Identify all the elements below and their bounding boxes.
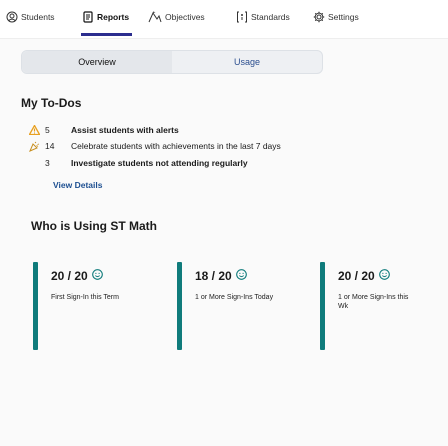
usage-count: 20 / 20 xyxy=(51,269,103,283)
nav-reports[interactable]: Reports xyxy=(82,9,129,25)
smiley-icon xyxy=(91,269,103,283)
gear-icon xyxy=(313,11,325,23)
nav-objectives-label: Objectives xyxy=(165,12,205,22)
todo-text: Celebrate students with achievements in … xyxy=(71,141,281,151)
nav-standards-label: Standards xyxy=(251,12,290,22)
tab-overview[interactable]: Overview xyxy=(22,51,172,73)
standards-icon xyxy=(236,11,248,23)
usage-count-value: 20 / 20 xyxy=(51,269,88,283)
usage-count-value: 18 / 20 xyxy=(195,269,232,283)
todo-count: 14 xyxy=(45,141,55,151)
nav-settings[interactable]: Settings xyxy=(313,9,359,25)
todo-text: Investigate students not attending regul… xyxy=(71,158,248,168)
todo-text: Assist students with alerts xyxy=(71,125,179,135)
usage-bar xyxy=(177,262,182,350)
usage-card[interactable]: 18 / 20 1 or More Sign-Ins Today xyxy=(177,262,292,352)
usage-label: 1 or More Sign-Ins Today xyxy=(195,294,274,301)
todo-count: 3 xyxy=(45,158,50,168)
todo-count: 5 xyxy=(45,125,50,135)
smiley-icon xyxy=(235,269,247,283)
tab-usage[interactable]: Usage xyxy=(172,51,322,73)
usage-label: 1 or More Sign-Ins this Wk xyxy=(338,294,409,310)
usage-title: Who is Using ST Math xyxy=(31,219,157,233)
nav-students[interactable]: Students xyxy=(6,9,55,25)
nav-students-label: Students xyxy=(21,12,55,22)
usage-label: First Sign-In this Term xyxy=(51,294,119,301)
celebrate-icon xyxy=(27,141,41,152)
view-tabs: Overview Usage xyxy=(21,50,323,74)
usage-card[interactable]: 20 / 20 First Sign-In this Term xyxy=(33,262,148,352)
todos-title: My To-Dos xyxy=(21,96,82,110)
usage-bar xyxy=(33,262,38,350)
alert-icon xyxy=(27,125,41,135)
usage-card[interactable]: 20 / 20 1 or More Sign-Ins this Wk xyxy=(320,262,435,352)
todo-item[interactable]: 5 Assist students with alerts xyxy=(27,124,179,136)
todo-item[interactable]: 3 Investigate students not attending reg… xyxy=(27,157,248,169)
usage-count: 20 / 20 xyxy=(338,269,390,283)
reports-icon xyxy=(82,11,94,23)
usage-bar xyxy=(320,262,325,350)
people-icon xyxy=(6,11,18,23)
nav-objectives[interactable]: Objectives xyxy=(148,9,205,25)
todo-item[interactable]: 14 Celebrate students with achievements … xyxy=(27,140,281,152)
main-panel: Overview Usage My To-Dos 5 Assist studen… xyxy=(0,38,448,446)
usage-count-value: 20 / 20 xyxy=(338,269,375,283)
usage-count: 18 / 20 xyxy=(195,269,247,283)
nav-settings-label: Settings xyxy=(328,12,359,22)
top-navigation: Students Reports Objectives Standards Se… xyxy=(0,0,448,36)
objectives-icon xyxy=(148,11,162,23)
view-details-link[interactable]: View Details xyxy=(53,180,102,190)
nav-reports-label: Reports xyxy=(97,12,130,22)
smiley-icon xyxy=(378,269,390,283)
nav-standards[interactable]: Standards xyxy=(236,9,290,25)
active-tab-indicator xyxy=(81,33,132,36)
